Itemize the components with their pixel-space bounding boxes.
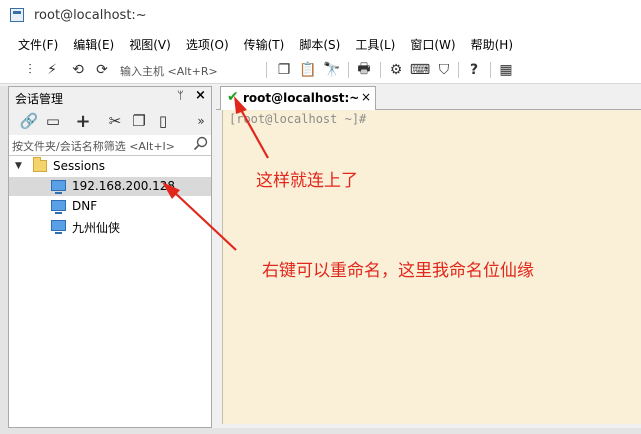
cut-icon[interactable]: ✂ [105, 111, 125, 131]
title-bar: root@localhost:~ [0, 0, 641, 32]
session-manager-panel: 会话管理 ᛘ × 🔗 ▭ + ✂ ❐ ▯ » 按文件夹/会话名称筛选 <Alt+… [8, 86, 212, 428]
toolbar-separator [380, 62, 381, 78]
host-input[interactable]: 输入主机 <Alt+R> [120, 63, 218, 79]
connected-check-icon: ✔ [227, 89, 239, 105]
new-tab-icon[interactable]: ▭ [43, 111, 63, 131]
menu-view[interactable]: 视图(V) [129, 36, 171, 53]
tree-item-session-1[interactable]: 192.168.200.128 [9, 177, 211, 196]
search-icon[interactable] [193, 136, 209, 152]
status-strip [0, 428, 641, 434]
monitor-icon [51, 200, 66, 214]
toolbar-separator [266, 62, 267, 78]
terminal-prompt: [root@localhost ~]# [229, 112, 367, 126]
folder-icon [33, 157, 47, 172]
toolbar-separator [458, 62, 459, 78]
menu-options[interactable]: 选项(O) [186, 36, 229, 53]
connect-icon[interactable]: ⫶ [20, 60, 40, 80]
panel-title: 会话管理 [15, 92, 64, 106]
copy-session-icon[interactable]: ❐ [129, 111, 149, 131]
monitor-icon [51, 220, 66, 234]
menu-transfer[interactable]: 传输(T) [244, 36, 285, 53]
tree-item-label: 九州仙侠 [72, 221, 121, 235]
reconnect-icon[interactable]: ⟲ [68, 60, 88, 80]
sftp-icon[interactable]: ⛉ [434, 60, 454, 80]
panel-close-button[interactable]: × [195, 88, 206, 103]
chevron-down-icon[interactable]: ▼ [15, 161, 22, 171]
tab-session-active[interactable]: ✔ root@localhost:~ × [220, 86, 376, 110]
session-filter-input[interactable]: 按文件夹/会话名称筛选 <Alt+I> [9, 135, 211, 156]
tab-close-button[interactable]: × [361, 90, 371, 104]
menu-script[interactable]: 脚本(S) [299, 36, 340, 53]
panel-header: 会话管理 ᛘ × [9, 87, 211, 108]
filter-placeholder: 按文件夹/会话名称筛选 <Alt+I> [12, 140, 175, 153]
paste-session-icon[interactable]: ▯ [153, 111, 173, 131]
toolbar-separator [490, 62, 491, 78]
tree-item-session-2[interactable]: DNF [9, 197, 211, 216]
panel-toolbar: 🔗 ▭ + ✂ ❐ ▯ » [9, 107, 211, 136]
menu-tools[interactable]: 工具(L) [355, 36, 395, 53]
tree-item-session-3[interactable]: 九州仙侠 [9, 217, 211, 236]
app-icon [10, 8, 24, 22]
print-icon[interactable]: 🖶 [354, 60, 374, 80]
find-icon[interactable]: 🔭 [322, 60, 342, 80]
toolbar-separator [348, 62, 349, 78]
tree-item-label: DNF [72, 199, 98, 213]
paste-icon[interactable]: 📋 [298, 60, 318, 80]
toolbar: ⫶ ⚡ ⟲ ⟳ 输入主机 <Alt+R> ❐ 📋 🔭 🖶 ⚙ ⌨ ⛉ ? ▦ [0, 56, 641, 84]
pin-icon[interactable]: ᛘ [177, 89, 184, 102]
menu-bar: 文件(F) 编辑(E) 视图(V) 选项(O) 传输(T) 脚本(S) 工具(L… [0, 32, 641, 56]
annotation-connected: 这样就连上了 [256, 171, 358, 191]
quick-connect-icon[interactable]: ⚡ [42, 60, 62, 80]
tree-item-label: 192.168.200.128 [72, 179, 176, 193]
keymap-icon[interactable]: ⌨ [410, 60, 430, 80]
tree-folder-sessions[interactable]: ▼ Sessions [9, 157, 211, 176]
help-icon[interactable]: ? [464, 60, 484, 80]
monitor-icon [51, 180, 66, 194]
disconnect-icon[interactable]: ⟳ [92, 60, 112, 80]
settings-icon[interactable]: ⚙ [386, 60, 406, 80]
menu-file[interactable]: 文件(F) [18, 36, 58, 53]
menu-window[interactable]: 窗口(W) [410, 36, 455, 53]
left-edge [0, 86, 8, 428]
link-icon[interactable]: 🔗 [19, 111, 39, 131]
copy-icon[interactable]: ❐ [274, 60, 294, 80]
tab-label: root@localhost:~ [243, 91, 360, 105]
calculator-icon[interactable]: ▦ [496, 60, 516, 80]
menu-edit[interactable]: 编辑(E) [73, 36, 114, 53]
tree-folder-label: Sessions [53, 159, 106, 173]
menu-help[interactable]: 帮助(H) [471, 36, 513, 53]
annotation-rename: 右键可以重命名，这里我命名位仙缘 [262, 261, 534, 281]
window-title: root@localhost:~ [34, 8, 147, 23]
more-icon[interactable]: » [191, 111, 211, 131]
add-session-icon[interactable]: + [73, 111, 93, 132]
